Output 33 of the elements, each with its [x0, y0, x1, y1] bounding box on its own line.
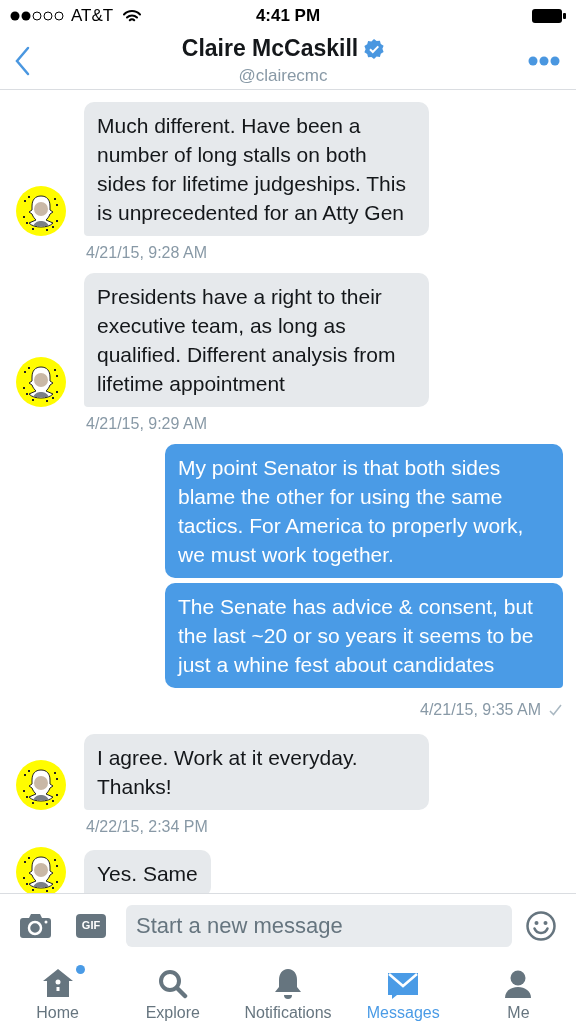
signal-icon — [10, 10, 66, 22]
tab-bar-item[interactable]: Home — [0, 957, 116, 1024]
message-bubble: My point Senator is that both sides blame the other for using the same tactics. For America to properly work, we must work together. — [165, 444, 563, 578]
person-icon — [503, 969, 534, 999]
tab-bar-item[interactable]: Explore — [115, 957, 231, 1024]
battery-icon — [532, 8, 566, 24]
search-icon — [157, 969, 188, 999]
message-bubble: I agree. Work at it everyday. Thanks! — [84, 734, 429, 810]
camera-button[interactable] — [20, 911, 52, 940]
envelope-icon — [388, 971, 419, 999]
message-input-field[interactable]: Start a new message — [126, 904, 512, 947]
message-timestamp: 4/21/15, 9:29 AM — [86, 414, 207, 434]
tab-bar-item[interactable]: Me — [460, 957, 576, 1024]
message-timestamp: 4/21/15, 9:28 AM — [86, 243, 207, 263]
bell-icon — [273, 967, 303, 999]
contact-handle: @clairecmc — [238, 65, 328, 86]
tab-bar-item[interactable]: Notifications — [230, 957, 346, 1024]
message-bubble: Yes. Same — [84, 850, 211, 893]
wifi-icon — [123, 9, 142, 23]
contact-name: Claire McCaskill — [181, 34, 359, 64]
message-bubble: The Senate has advice & consent, but the last ~20 or so years it seems to be just a whine fest about candidates — [165, 583, 563, 688]
emoji-button[interactable] — [526, 910, 556, 941]
clock-time: 4:41 PM — [255, 5, 321, 28]
carrier-name: AT&T — [71, 5, 114, 28]
tab-bar-item[interactable]: Messages — [345, 957, 461, 1024]
avatar — [16, 186, 66, 236]
message-timestamp: 4/21/15, 9:35 AM — [420, 700, 541, 720]
message-timestamp: 4/22/15, 2:34 PM — [86, 817, 208, 837]
avatar — [16, 357, 66, 407]
message-bubble: Presidents have a right to their executive team, as long as qualified. Different analysis from lifetime appointment — [84, 273, 429, 407]
avatar — [16, 760, 66, 810]
message-bubble: Much different. Have been a number of long stalls on both sides for lifetime judgeships. This is unprecedented for an Atty Gen — [84, 102, 429, 236]
gif-button[interactable]: GIF — [76, 913, 106, 938]
